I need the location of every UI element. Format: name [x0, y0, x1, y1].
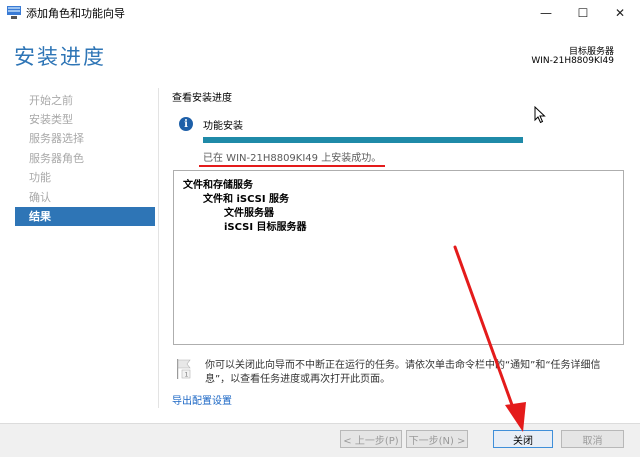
- results-box: 文件和存储服务 文件和 iSCSI 服务 文件服务器 iSCSI 目标服务器: [173, 170, 624, 345]
- svg-text:1: 1: [185, 372, 189, 379]
- minimize-button[interactable]: —: [528, 0, 564, 26]
- mouse-cursor-icon: [534, 106, 546, 124]
- export-settings-link[interactable]: 导出配置设置: [172, 392, 232, 407]
- install-status-text: 已在 WIN-21H8809KI49 上安装成功。: [203, 153, 382, 164]
- result-item: 文件和存储服务: [183, 180, 253, 191]
- close-window-button[interactable]: ✕: [602, 0, 638, 26]
- close-wizard-note: 你可以关闭此向导而不中断正在运行的任务。请依次单击命令栏中的“通知”和“任务详细…: [205, 360, 601, 385]
- nav-item-server-roles[interactable]: 服务器角色: [15, 149, 155, 168]
- page-title: 安装进度: [14, 45, 106, 69]
- nav-item-features[interactable]: 功能: [15, 168, 155, 187]
- progress-bar: [203, 137, 523, 143]
- nav-item-server-selection[interactable]: 服务器选择: [15, 129, 155, 148]
- flag-icon: 1: [177, 359, 191, 379]
- nav-item-confirmation[interactable]: 确认: [15, 188, 155, 207]
- maximize-button[interactable]: ☐: [565, 0, 601, 26]
- next-button[interactable]: 下一步(N) >: [406, 430, 468, 448]
- progress-bar-fill: [203, 137, 523, 143]
- info-icon: i: [179, 117, 193, 131]
- window-title: 添加角色和功能向导: [26, 7, 125, 20]
- server-manager-icon: [7, 6, 21, 19]
- result-item: 文件服务器: [224, 208, 274, 219]
- nav-item-installation-type[interactable]: 安装类型: [15, 110, 155, 129]
- close-button[interactable]: 关闭: [493, 430, 553, 448]
- result-item: iSCSI 目标服务器: [224, 222, 307, 233]
- feature-install-title: 功能安装: [203, 121, 243, 132]
- destination-server-name: WIN-21H8809KI49: [531, 56, 614, 66]
- nav-item-results[interactable]: 结果: [15, 207, 155, 226]
- nav-divider: [158, 88, 159, 408]
- cancel-button[interactable]: 取消: [561, 430, 624, 448]
- annotation-underline: [199, 165, 385, 167]
- nav-item-before-you-begin[interactable]: 开始之前: [15, 91, 155, 110]
- section-label: 查看安装进度: [172, 93, 232, 104]
- previous-button[interactable]: < 上一步(P): [340, 430, 402, 448]
- result-item: 文件和 iSCSI 服务: [203, 194, 290, 205]
